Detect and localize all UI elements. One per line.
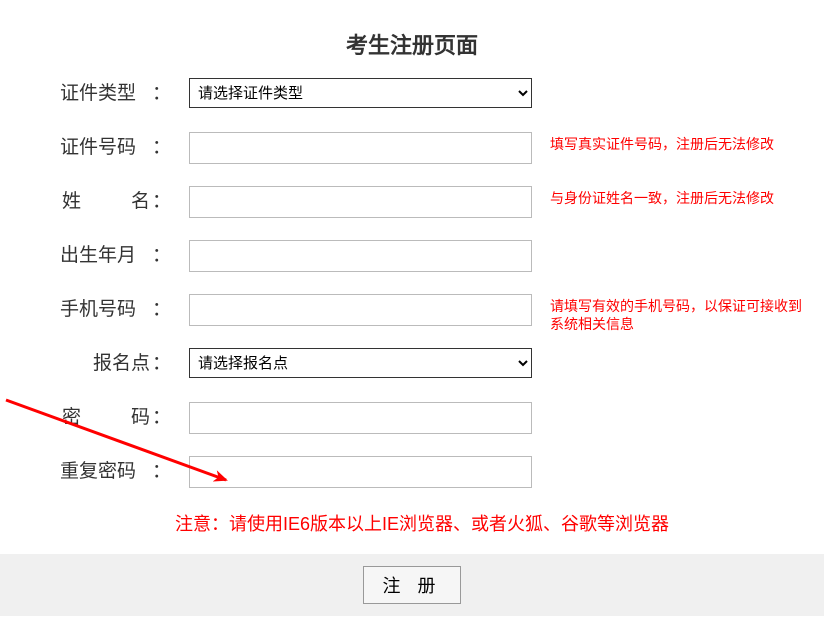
password2-input[interactable] <box>189 456 532 488</box>
site-select[interactable]: 请选择报名点 <box>189 348 532 378</box>
hint-name: 与身份证姓名一致，注册后无法修改 <box>550 186 774 207</box>
hint-id-number: 填写真实证件号码，注册后无法修改 <box>550 132 774 153</box>
label-site: 报名点： <box>55 348 175 380</box>
label-name: 姓名： <box>55 186 175 218</box>
registration-form: 证件类型： 请选择证件类型 证件号码： 填写真实证件号码，注册后无法修改 姓名： <box>0 78 824 536</box>
label-birth: 出生年月： <box>55 240 175 272</box>
label-phone: 手机号码： <box>55 294 175 326</box>
register-button[interactable]: 注 册 <box>363 566 460 604</box>
browser-notice: 注意：请使用IE6版本以上IE浏览器、或者火狐、谷歌等浏览器 <box>55 510 824 536</box>
name-input[interactable] <box>189 186 532 218</box>
notice-label: 注意： <box>175 514 229 534</box>
label-password: 密码： <box>55 402 175 434</box>
id-number-input[interactable] <box>189 132 532 164</box>
id-type-select[interactable]: 请选择证件类型 <box>189 78 532 108</box>
hint-phone: 请填写有效的手机号码，以保证可接收到系统相关信息 <box>550 294 810 333</box>
label-password2: 重复密码： <box>55 456 175 488</box>
notice-text: 请使用IE6版本以上IE浏览器、或者火狐、谷歌等浏览器 <box>229 514 669 534</box>
label-id-number: 证件号码： <box>55 132 175 164</box>
phone-input[interactable] <box>189 294 532 326</box>
password-input[interactable] <box>189 402 532 434</box>
submit-bar: 注 册 <box>0 554 824 616</box>
birth-input[interactable] <box>189 240 532 272</box>
page-title: 考生注册页面 <box>0 0 824 78</box>
label-id-type: 证件类型： <box>55 78 175 110</box>
